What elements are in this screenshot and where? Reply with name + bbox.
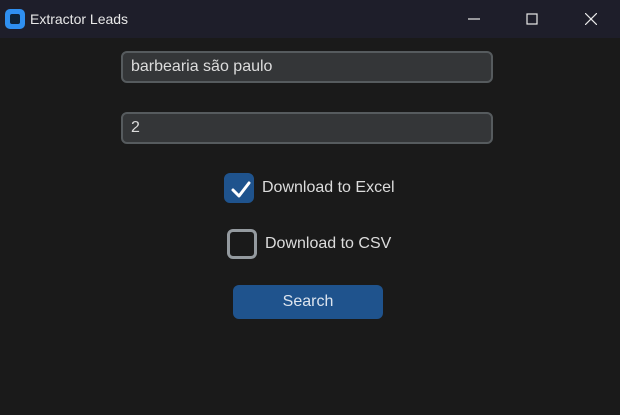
close-button[interactable]	[562, 0, 620, 38]
maximize-icon	[526, 13, 538, 25]
minimize-button[interactable]	[445, 0, 503, 38]
app-window: Extractor Leads Download to Excel	[0, 0, 620, 415]
window-title: Extractor Leads	[30, 11, 129, 27]
close-icon	[585, 13, 597, 25]
csv-checkbox-row[interactable]: Download to CSV	[227, 229, 391, 259]
result-count-input[interactable]	[121, 112, 493, 144]
excel-checkbox-row[interactable]: Download to Excel	[224, 173, 395, 203]
excel-checkbox-label[interactable]: Download to Excel	[262, 179, 395, 197]
title-bar[interactable]: Extractor Leads	[0, 0, 620, 38]
excel-checkbox[interactable]	[224, 173, 254, 203]
search-query-input[interactable]	[121, 51, 493, 83]
app-icon	[5, 9, 25, 29]
csv-checkbox-label[interactable]: Download to CSV	[265, 235, 391, 253]
maximize-button[interactable]	[503, 0, 561, 38]
checkmark-icon	[231, 181, 251, 198]
csv-checkbox[interactable]	[227, 229, 257, 259]
search-button[interactable]: Search	[233, 285, 383, 319]
minimize-icon	[468, 18, 480, 20]
